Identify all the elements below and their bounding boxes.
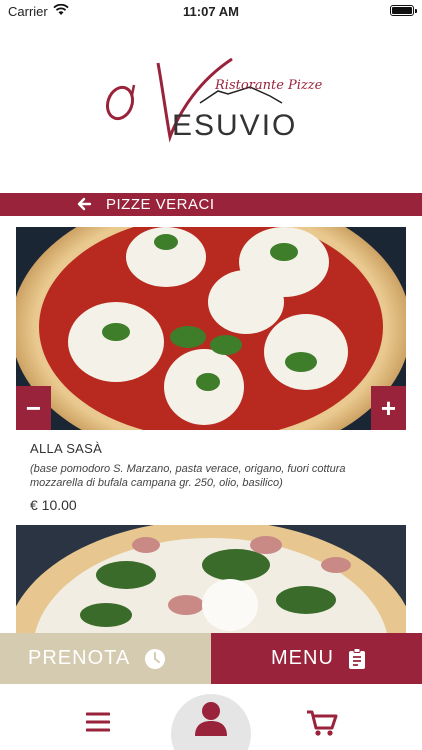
battery-icon xyxy=(390,5,417,16)
decrease-quantity-button[interactable]: − xyxy=(16,386,51,430)
status-time: 11:07 AM xyxy=(183,4,239,19)
user-icon[interactable] xyxy=(193,700,229,738)
cart-icon[interactable] xyxy=(306,709,338,737)
hamburger-icon[interactable] xyxy=(86,712,110,732)
svg-text:ESUVIO: ESUVIO xyxy=(172,109,297,142)
pizza-image xyxy=(16,227,406,430)
restaurant-logo: Ristorante Pizzeria ESUVIO xyxy=(105,57,322,143)
item-price: € 10.00 xyxy=(30,497,77,513)
pizza-image-2 xyxy=(16,525,406,635)
clipboard-icon xyxy=(348,647,366,670)
section-header: PIZZE VERACI xyxy=(0,193,422,216)
clock-icon xyxy=(144,648,166,670)
item-name: ALLA SASÀ xyxy=(30,441,103,456)
back-arrow-icon[interactable] xyxy=(76,196,92,212)
status-bar: Carrier 11:07 AM xyxy=(0,0,422,22)
action-bar: PRENOTA MENU xyxy=(0,633,422,684)
increase-quantity-button[interactable]: + xyxy=(371,386,406,430)
prenota-label: PRENOTA xyxy=(28,647,131,669)
menu-label: MENU xyxy=(271,647,334,669)
prenota-button[interactable]: PRENOTA xyxy=(0,633,211,684)
section-title: PIZZE VERACI xyxy=(106,196,215,213)
menu-button[interactable]: MENU xyxy=(211,633,422,684)
svg-text:Ristorante Pizzeria: Ristorante Pizzeria xyxy=(214,78,322,93)
item-description: (base pomodoro S. Marzano, pasta verace,… xyxy=(30,463,346,489)
